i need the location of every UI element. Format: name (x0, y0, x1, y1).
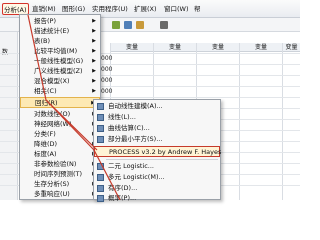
menu-item-multiple-response[interactable]: 多重响应(U)▶ (20, 189, 100, 200)
menu-item-correlate[interactable]: 相关(C) ▶ (20, 86, 100, 97)
chart-icon (97, 103, 104, 110)
chart-icon (97, 136, 104, 143)
chart-icon (97, 163, 104, 170)
column-header[interactable]: 变量 (283, 43, 300, 52)
column-header[interactable]: 变量 (154, 43, 196, 52)
grid-icon[interactable] (112, 21, 120, 29)
menu-help[interactable]: 帮 (194, 3, 201, 15)
chart-icon (97, 125, 104, 132)
menu-item-linear[interactable]: 线性(L)... (94, 112, 220, 123)
menu-item-curve-estimation[interactable]: 曲线估算(C)... (94, 123, 220, 134)
chart-icon (97, 195, 104, 202)
table-cell[interactable]: 000 (101, 77, 112, 84)
menu-extensions[interactable]: 扩展(X) (134, 3, 157, 15)
chart-icon (97, 114, 104, 121)
table-cell[interactable]: 000 (101, 66, 112, 73)
column-header[interactable]: 变量 (111, 43, 153, 52)
table-cell[interactable]: 000 (101, 55, 112, 62)
menu-item-probit[interactable]: 概率(P)... (94, 193, 220, 204)
table-cell[interactable]: 000 (101, 88, 112, 95)
menu-item-binary-logistic[interactable]: 二元 Logistic... (94, 161, 220, 172)
chart-icon (97, 174, 104, 181)
chart-icon (97, 185, 104, 192)
menu-item-partial-least-squares[interactable]: 部分最小平方(S)... (94, 134, 220, 145)
abc-icon[interactable] (160, 21, 168, 29)
table-icon[interactable] (124, 21, 132, 29)
menu-item-regression[interactable]: 回归(R)▶ (20, 97, 100, 108)
menu-divider (106, 159, 218, 160)
menu-window[interactable]: 窗口(W) (164, 3, 189, 15)
menu-item-auto-linear[interactable]: 自动线性建模(A)... (94, 101, 220, 112)
analyze-menu: 报告(P) ▶ 描述统计(E) ▶ 表(B) ▶ 比较平均值(M) ▶ 一般线性模型(G… (19, 14, 101, 200)
chart-icon[interactable] (136, 21, 144, 29)
chevron-right-icon: ▶ (92, 88, 96, 94)
column-header[interactable]: 变量 (240, 43, 282, 52)
column-header[interactable]: 变量 (197, 43, 239, 52)
regression-submenu: 自动线性建模(A)... 线性(L)... 曲线估算(C)... 部分最小平方(… (93, 99, 221, 202)
menu-item-process[interactable]: PROCESS v3.2 by Andrew F. Hayes (94, 146, 221, 157)
menu-item-multinomial-logistic[interactable]: 多元 Logistic(M)... (94, 172, 220, 183)
